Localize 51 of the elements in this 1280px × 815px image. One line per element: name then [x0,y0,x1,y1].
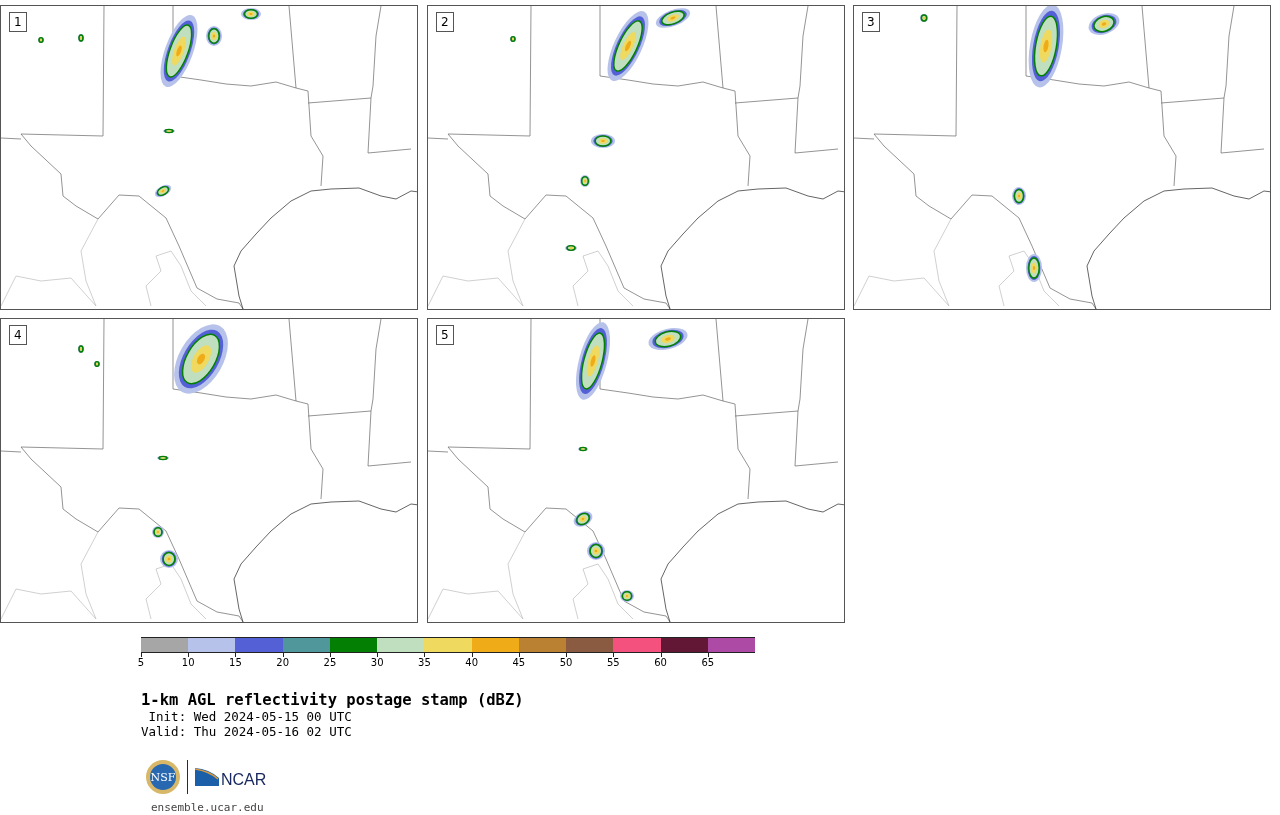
radar-echo-drawing [1088,13,1120,35]
radar-echo-drawing [591,134,615,148]
tick-label: 20 [276,657,290,669]
tick-label: 15 [229,657,242,669]
tick-label: 25 [323,657,337,669]
radar-echo-drawing [174,324,228,394]
ncar-logo: NCAR [194,766,268,788]
radar-echo-drawing [1026,254,1042,282]
tick-label: 50 [559,657,573,669]
radar-echo-drawing [94,361,100,367]
radar-echo-drawing [38,37,44,43]
radar-echo-drawing [163,128,175,134]
radar-echo-drawing [587,542,605,560]
tick-label: 35 [418,657,431,669]
radar-echo-drawing [565,245,577,251]
panel-number: 3 [862,12,880,32]
radar-echo-drawing [510,36,516,42]
tick-label: 60 [654,657,667,669]
radar-echo-drawing [573,511,593,527]
valid-time: Valid: Thu 2024-05-16 02 UTC [141,724,353,739]
website-url: ensemble.ucar.edu [151,801,265,814]
nsf-logo: NSF [145,759,181,795]
radar-echo-drawing [1012,187,1026,205]
panel-number: 5 [436,325,454,345]
radar-echo-drawing [78,345,84,353]
init-time: Init: Wed 2024-05-15 00 UTC [147,709,353,724]
radar-echo-drawing [607,11,649,81]
radar-echo-drawing [920,14,928,22]
panel-number: 1 [9,12,27,32]
radar-echo-drawing [648,328,688,350]
panel-number: 4 [9,325,27,345]
radar-echo-drawing [620,590,634,602]
tick-label: 10 [181,657,195,669]
radar-echo-drawing [580,175,590,187]
radar-echo-drawing [241,8,261,20]
panel-number: 2 [436,12,454,32]
tick-label: 30 [370,657,384,669]
tick-label: 65 [701,657,715,669]
radar-echo-drawing [578,446,588,452]
radar-echo-drawing [154,184,172,198]
radar-echo-drawing [206,26,222,46]
tick-label: 40 [465,657,478,669]
tick-label: 5 [137,657,145,669]
radar-echo-drawing [78,34,84,42]
radar-echo-drawing [152,526,164,538]
radar-echo-drawing [655,8,691,28]
radar-echo-drawing [160,550,178,568]
tick-label: 55 [607,657,620,669]
radar-echo-drawing [157,455,169,461]
chart-title: 1-km AGL reflectivity postage stamp (dBZ) [141,691,525,709]
tick-label: 45 [512,657,526,669]
